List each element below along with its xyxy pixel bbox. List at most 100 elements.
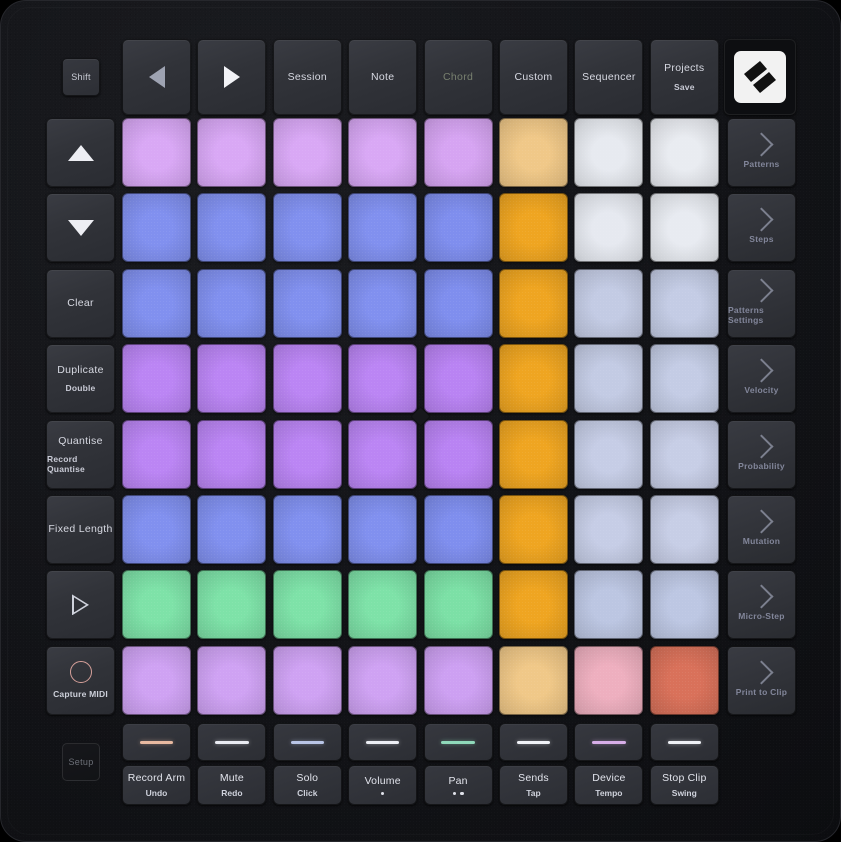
pad-r8-c8[interactable] xyxy=(649,645,719,715)
mode-button-sequencer[interactable]: Sequencer xyxy=(574,39,644,115)
pad-r8-c2[interactable] xyxy=(197,645,267,715)
function-button-quantise[interactable]: Quantise Record Quantise xyxy=(46,419,115,489)
mixer-button-pan[interactable]: Pan xyxy=(423,765,493,805)
pad-r1-c6[interactable] xyxy=(499,118,568,187)
pad-r4-c6[interactable] xyxy=(499,344,568,414)
pad-r3-c1[interactable] xyxy=(122,268,191,338)
scene-button-micro-step[interactable]: Micro-Step xyxy=(727,570,796,640)
pad-r2-c2[interactable] xyxy=(197,193,267,263)
function-button-down[interactable] xyxy=(46,193,115,263)
pad-r2-c1[interactable] xyxy=(122,193,191,263)
function-button-capture-midi[interactable]: Capture MIDI xyxy=(46,645,115,715)
pad-r3-c3[interactable] xyxy=(272,268,342,338)
mode-button-session[interactable]: Session xyxy=(272,39,342,115)
track-select-device[interactable] xyxy=(574,723,644,761)
pad-r3-c6[interactable] xyxy=(499,268,568,338)
pad-r5-c1[interactable] xyxy=(122,419,191,489)
pad-r6-c3[interactable] xyxy=(272,495,342,564)
shift-button[interactable]: Shift xyxy=(62,58,100,96)
pad-r6-c1[interactable] xyxy=(122,495,191,564)
pad-r1-c7[interactable] xyxy=(574,118,644,187)
pad-r4-c5[interactable] xyxy=(423,344,493,414)
track-select-pan[interactable] xyxy=(423,723,493,761)
pad-r7-c5[interactable] xyxy=(423,570,493,640)
pad-r8-c5[interactable] xyxy=(423,645,493,715)
scene-button-probability[interactable]: Probability xyxy=(727,419,796,489)
pad-r8-c7[interactable] xyxy=(574,645,644,715)
pad-r5-c5[interactable] xyxy=(423,419,493,489)
pad-r3-c5[interactable] xyxy=(423,268,493,338)
pad-r1-c1[interactable] xyxy=(122,118,191,187)
pad-r4-c3[interactable] xyxy=(272,344,342,414)
pad-r2-c4[interactable] xyxy=(348,193,418,263)
pad-r1-c8[interactable] xyxy=(649,118,719,187)
scene-button-print-to-clip[interactable]: Print to Clip xyxy=(727,645,796,715)
pad-r6-c8[interactable] xyxy=(649,495,719,564)
pad-r5-c3[interactable] xyxy=(272,419,342,489)
mode-button-arrow-right[interactable] xyxy=(197,39,267,115)
pad-r1-c2[interactable] xyxy=(197,118,267,187)
pad-r7-c3[interactable] xyxy=(272,570,342,640)
pad-r4-c4[interactable] xyxy=(348,344,418,414)
pad-r8-c6[interactable] xyxy=(499,645,568,715)
pad-r6-c2[interactable] xyxy=(197,495,267,564)
pad-r2-c5[interactable] xyxy=(423,193,493,263)
pad-r4-c8[interactable] xyxy=(649,344,719,414)
pad-r6-c4[interactable] xyxy=(348,495,418,564)
mode-button-note[interactable]: Note xyxy=(348,39,418,115)
pad-r7-c7[interactable] xyxy=(574,570,644,640)
scene-button-mutation[interactable]: Mutation xyxy=(727,495,796,564)
pad-r4-c7[interactable] xyxy=(574,344,644,414)
pad-r4-c2[interactable] xyxy=(197,344,267,414)
pad-r5-c8[interactable] xyxy=(649,419,719,489)
pad-r6-c7[interactable] xyxy=(574,495,644,564)
pad-r5-c6[interactable] xyxy=(499,419,568,489)
scene-button-patterns[interactable]: Patterns xyxy=(727,118,796,187)
scene-button-patterns-settings[interactable]: Patterns Settings xyxy=(727,268,796,338)
track-select-volume[interactable] xyxy=(348,723,418,761)
function-button-play[interactable] xyxy=(46,570,115,640)
mixer-button-device[interactable]: Device Tempo xyxy=(574,765,644,805)
pad-r7-c8[interactable] xyxy=(649,570,719,640)
track-select-solo[interactable] xyxy=(272,723,342,761)
setup-button[interactable]: Setup xyxy=(62,743,100,781)
pad-r8-c3[interactable] xyxy=(272,645,342,715)
pad-r1-c4[interactable] xyxy=(348,118,418,187)
mode-button-projects[interactable]: Projects Save xyxy=(649,39,719,115)
pad-r1-c5[interactable] xyxy=(423,118,493,187)
pad-r8-c4[interactable] xyxy=(348,645,418,715)
pad-r6-c6[interactable] xyxy=(499,495,568,564)
mixer-button-sends[interactable]: Sends Tap xyxy=(499,765,568,805)
pad-r7-c4[interactable] xyxy=(348,570,418,640)
pad-r7-c2[interactable] xyxy=(197,570,267,640)
pad-r8-c1[interactable] xyxy=(122,645,191,715)
mixer-button-record-arm[interactable]: Record Arm Undo xyxy=(122,765,191,805)
novation-logo-button[interactable] xyxy=(724,39,796,115)
pad-r1-c3[interactable] xyxy=(272,118,342,187)
pad-r5-c4[interactable] xyxy=(348,419,418,489)
pad-r2-c7[interactable] xyxy=(574,193,644,263)
mixer-button-stop-clip[interactable]: Stop Clip Swing xyxy=(649,765,719,805)
function-button-duplicate[interactable]: Duplicate Double xyxy=(46,344,115,414)
pad-r3-c2[interactable] xyxy=(197,268,267,338)
track-select-record-arm[interactable] xyxy=(122,723,191,761)
pad-r4-c1[interactable] xyxy=(122,344,191,414)
function-button-up[interactable] xyxy=(46,118,115,187)
pad-r5-c7[interactable] xyxy=(574,419,644,489)
mode-button-custom[interactable]: Custom xyxy=(499,39,568,115)
pad-r3-c7[interactable] xyxy=(574,268,644,338)
pad-r2-c8[interactable] xyxy=(649,193,719,263)
pad-r7-c1[interactable] xyxy=(122,570,191,640)
track-select-stop-clip[interactable] xyxy=(649,723,719,761)
pad-r3-c4[interactable] xyxy=(348,268,418,338)
scene-button-steps[interactable]: Steps xyxy=(727,193,796,263)
mixer-button-volume[interactable]: Volume xyxy=(348,765,418,805)
pad-r3-c8[interactable] xyxy=(649,268,719,338)
pad-r7-c6[interactable] xyxy=(499,570,568,640)
pad-r5-c2[interactable] xyxy=(197,419,267,489)
function-button-clear[interactable]: Clear xyxy=(46,268,115,338)
mode-button-chord[interactable]: Chord xyxy=(423,39,493,115)
mode-button-arrow-left[interactable] xyxy=(122,39,191,115)
pad-r2-c3[interactable] xyxy=(272,193,342,263)
mixer-button-mute[interactable]: Mute Redo xyxy=(197,765,267,805)
